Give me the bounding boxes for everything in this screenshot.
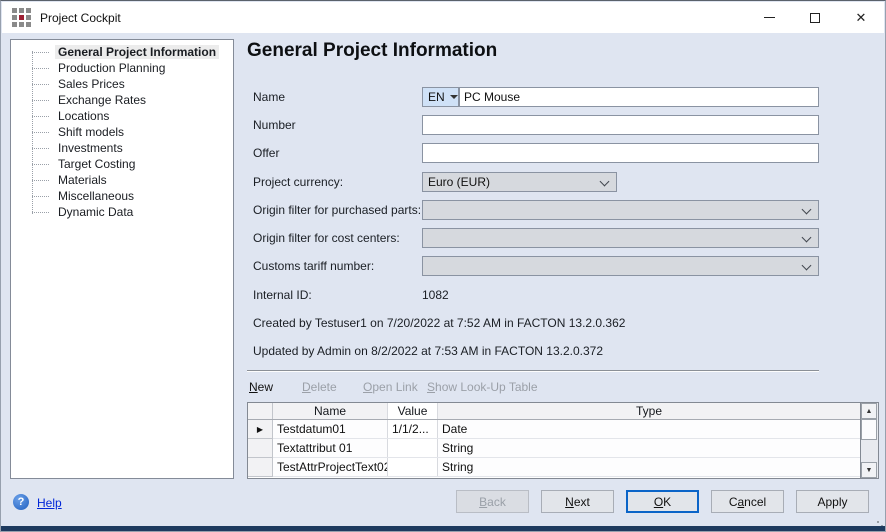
number-input[interactable] (422, 115, 819, 135)
column-header-value[interactable]: Value (388, 403, 438, 419)
offer-input[interactable] (422, 143, 819, 163)
chevron-down-icon (802, 205, 812, 215)
new-button[interactable]: New (249, 380, 273, 394)
row-selector[interactable] (248, 439, 273, 458)
attr-type-cell: Date (438, 420, 860, 438)
table-row[interactable]: ▶ Testdatum01 1/1/2... Date (248, 420, 860, 439)
tree-item-materials[interactable]: Materials (11, 172, 110, 188)
current-row-arrow-icon: ▶ (257, 425, 263, 434)
table-header-row: Name Value Type (248, 403, 860, 420)
scroll-down-button[interactable]: ▼ (861, 462, 877, 478)
window-title: Project Cockpit (40, 11, 121, 25)
apply-button[interactable]: Apply (796, 490, 869, 513)
name-label: Name (253, 87, 285, 107)
chevron-down-icon (802, 261, 812, 271)
tree-item-exchange-rates[interactable]: Exchange Rates (11, 92, 149, 108)
project-currency-label: Project currency: (253, 172, 343, 192)
open-link-button[interactable]: Open Link (363, 380, 418, 394)
origin-filter-purchased-label: Origin filter for purchased parts: (253, 200, 421, 220)
origin-filter-purchased-select[interactable] (422, 200, 819, 220)
ok-button[interactable]: OK (626, 490, 699, 513)
row-selector[interactable] (248, 458, 273, 477)
project-cockpit-dialog: Project Cockpit ✕ General Project Inform… (0, 0, 886, 532)
tree-item-miscellaneous[interactable]: Miscellaneous (11, 188, 137, 204)
chevron-down-icon (802, 233, 812, 243)
table-row[interactable]: TestAttrProjectText02 String (248, 458, 860, 477)
titlebar: Project Cockpit ✕ (2, 2, 884, 33)
language-combo-value: EN (428, 90, 445, 104)
tree-item-investments[interactable]: Investments (11, 140, 126, 156)
maximize-button[interactable] (792, 2, 838, 33)
attributes-table: Name Value Type ▶ Testdatum01 1/1/2... D… (247, 402, 861, 479)
attr-name-cell[interactable]: Testdatum01 (273, 420, 388, 438)
app-grid-icon (12, 8, 31, 27)
show-lookup-table-button[interactable]: Show Look-Up Table (427, 380, 538, 394)
internal-id-label: Internal ID: (253, 285, 312, 305)
attr-value-cell[interactable] (388, 439, 438, 457)
tree-item-shift-models[interactable]: Shift models (11, 124, 127, 140)
name-input[interactable] (459, 87, 819, 107)
origin-filter-cost-select[interactable] (422, 228, 819, 248)
separator-line (247, 370, 819, 372)
customs-tariff-label: Customs tariff number: (253, 256, 374, 276)
customs-tariff-select[interactable] (422, 256, 819, 276)
tree-item-target-costing[interactable]: Target Costing (11, 156, 138, 172)
close-button[interactable]: ✕ (838, 2, 884, 33)
attr-value-cell[interactable] (388, 458, 438, 476)
attr-name-cell[interactable]: TestAttrProjectText02 (273, 458, 388, 476)
table-scrollbar[interactable]: ▲ ▼ (861, 402, 879, 479)
resize-grip[interactable] (877, 521, 879, 523)
attr-type-cell: String (438, 458, 860, 476)
origin-filter-cost-label: Origin filter for cost centers: (253, 228, 400, 248)
attr-name-cell[interactable]: Textattribut 01 (273, 439, 388, 457)
language-combo[interactable]: EN (422, 87, 459, 107)
minimize-button[interactable] (746, 2, 792, 33)
scrollbar-thumb[interactable] (861, 419, 877, 440)
maximize-icon (810, 13, 820, 23)
scroll-up-button[interactable]: ▲ (861, 403, 877, 419)
chevron-down-icon (600, 177, 610, 187)
row-selector-header (248, 403, 273, 419)
column-header-name[interactable]: Name (273, 403, 388, 419)
close-icon: ✕ (856, 11, 867, 24)
help-link[interactable]: Help (37, 496, 62, 510)
tree-item-production-planning[interactable]: Production Planning (11, 60, 168, 76)
project-currency-select[interactable]: Euro (EUR) (422, 172, 617, 192)
minimize-icon (764, 17, 775, 18)
window-bottom-border (1, 526, 885, 531)
back-button[interactable]: Back (456, 490, 529, 513)
cancel-button[interactable]: Cancel (711, 490, 784, 513)
tree-item-locations[interactable]: Locations (11, 108, 112, 124)
section-tree: General Project Information Production P… (10, 39, 234, 479)
tree-item-sales-prices[interactable]: Sales Prices (11, 76, 128, 92)
attr-type-cell: String (438, 439, 860, 457)
tree-item-dynamic-data[interactable]: Dynamic Data (11, 204, 136, 220)
next-button[interactable]: Next (541, 490, 614, 513)
arrow-up-icon: ▲ (866, 408, 873, 415)
delete-button[interactable]: Delete (302, 380, 337, 394)
dropdown-arrow-icon (450, 95, 458, 99)
created-by-text: Created by Testuser1 on 7/20/2022 at 7:5… (253, 316, 625, 330)
page-title: General Project Information (247, 40, 497, 62)
tree-item-general-project-information[interactable]: General Project Information (11, 44, 219, 60)
number-label: Number (253, 115, 296, 135)
internal-id-value: 1082 (422, 285, 449, 305)
help-icon[interactable]: ? (13, 494, 29, 510)
arrow-down-icon: ▼ (866, 467, 873, 474)
updated-by-text: Updated by Admin on 8/2/2022 at 7:53 AM … (253, 344, 603, 358)
row-selector[interactable]: ▶ (248, 420, 273, 439)
column-header-type[interactable]: Type (438, 403, 860, 419)
attr-value-cell[interactable]: 1/1/2... (388, 420, 438, 438)
offer-label: Offer (253, 143, 279, 163)
project-currency-value: Euro (EUR) (428, 175, 490, 189)
table-row[interactable]: Textattribut 01 String (248, 439, 860, 458)
